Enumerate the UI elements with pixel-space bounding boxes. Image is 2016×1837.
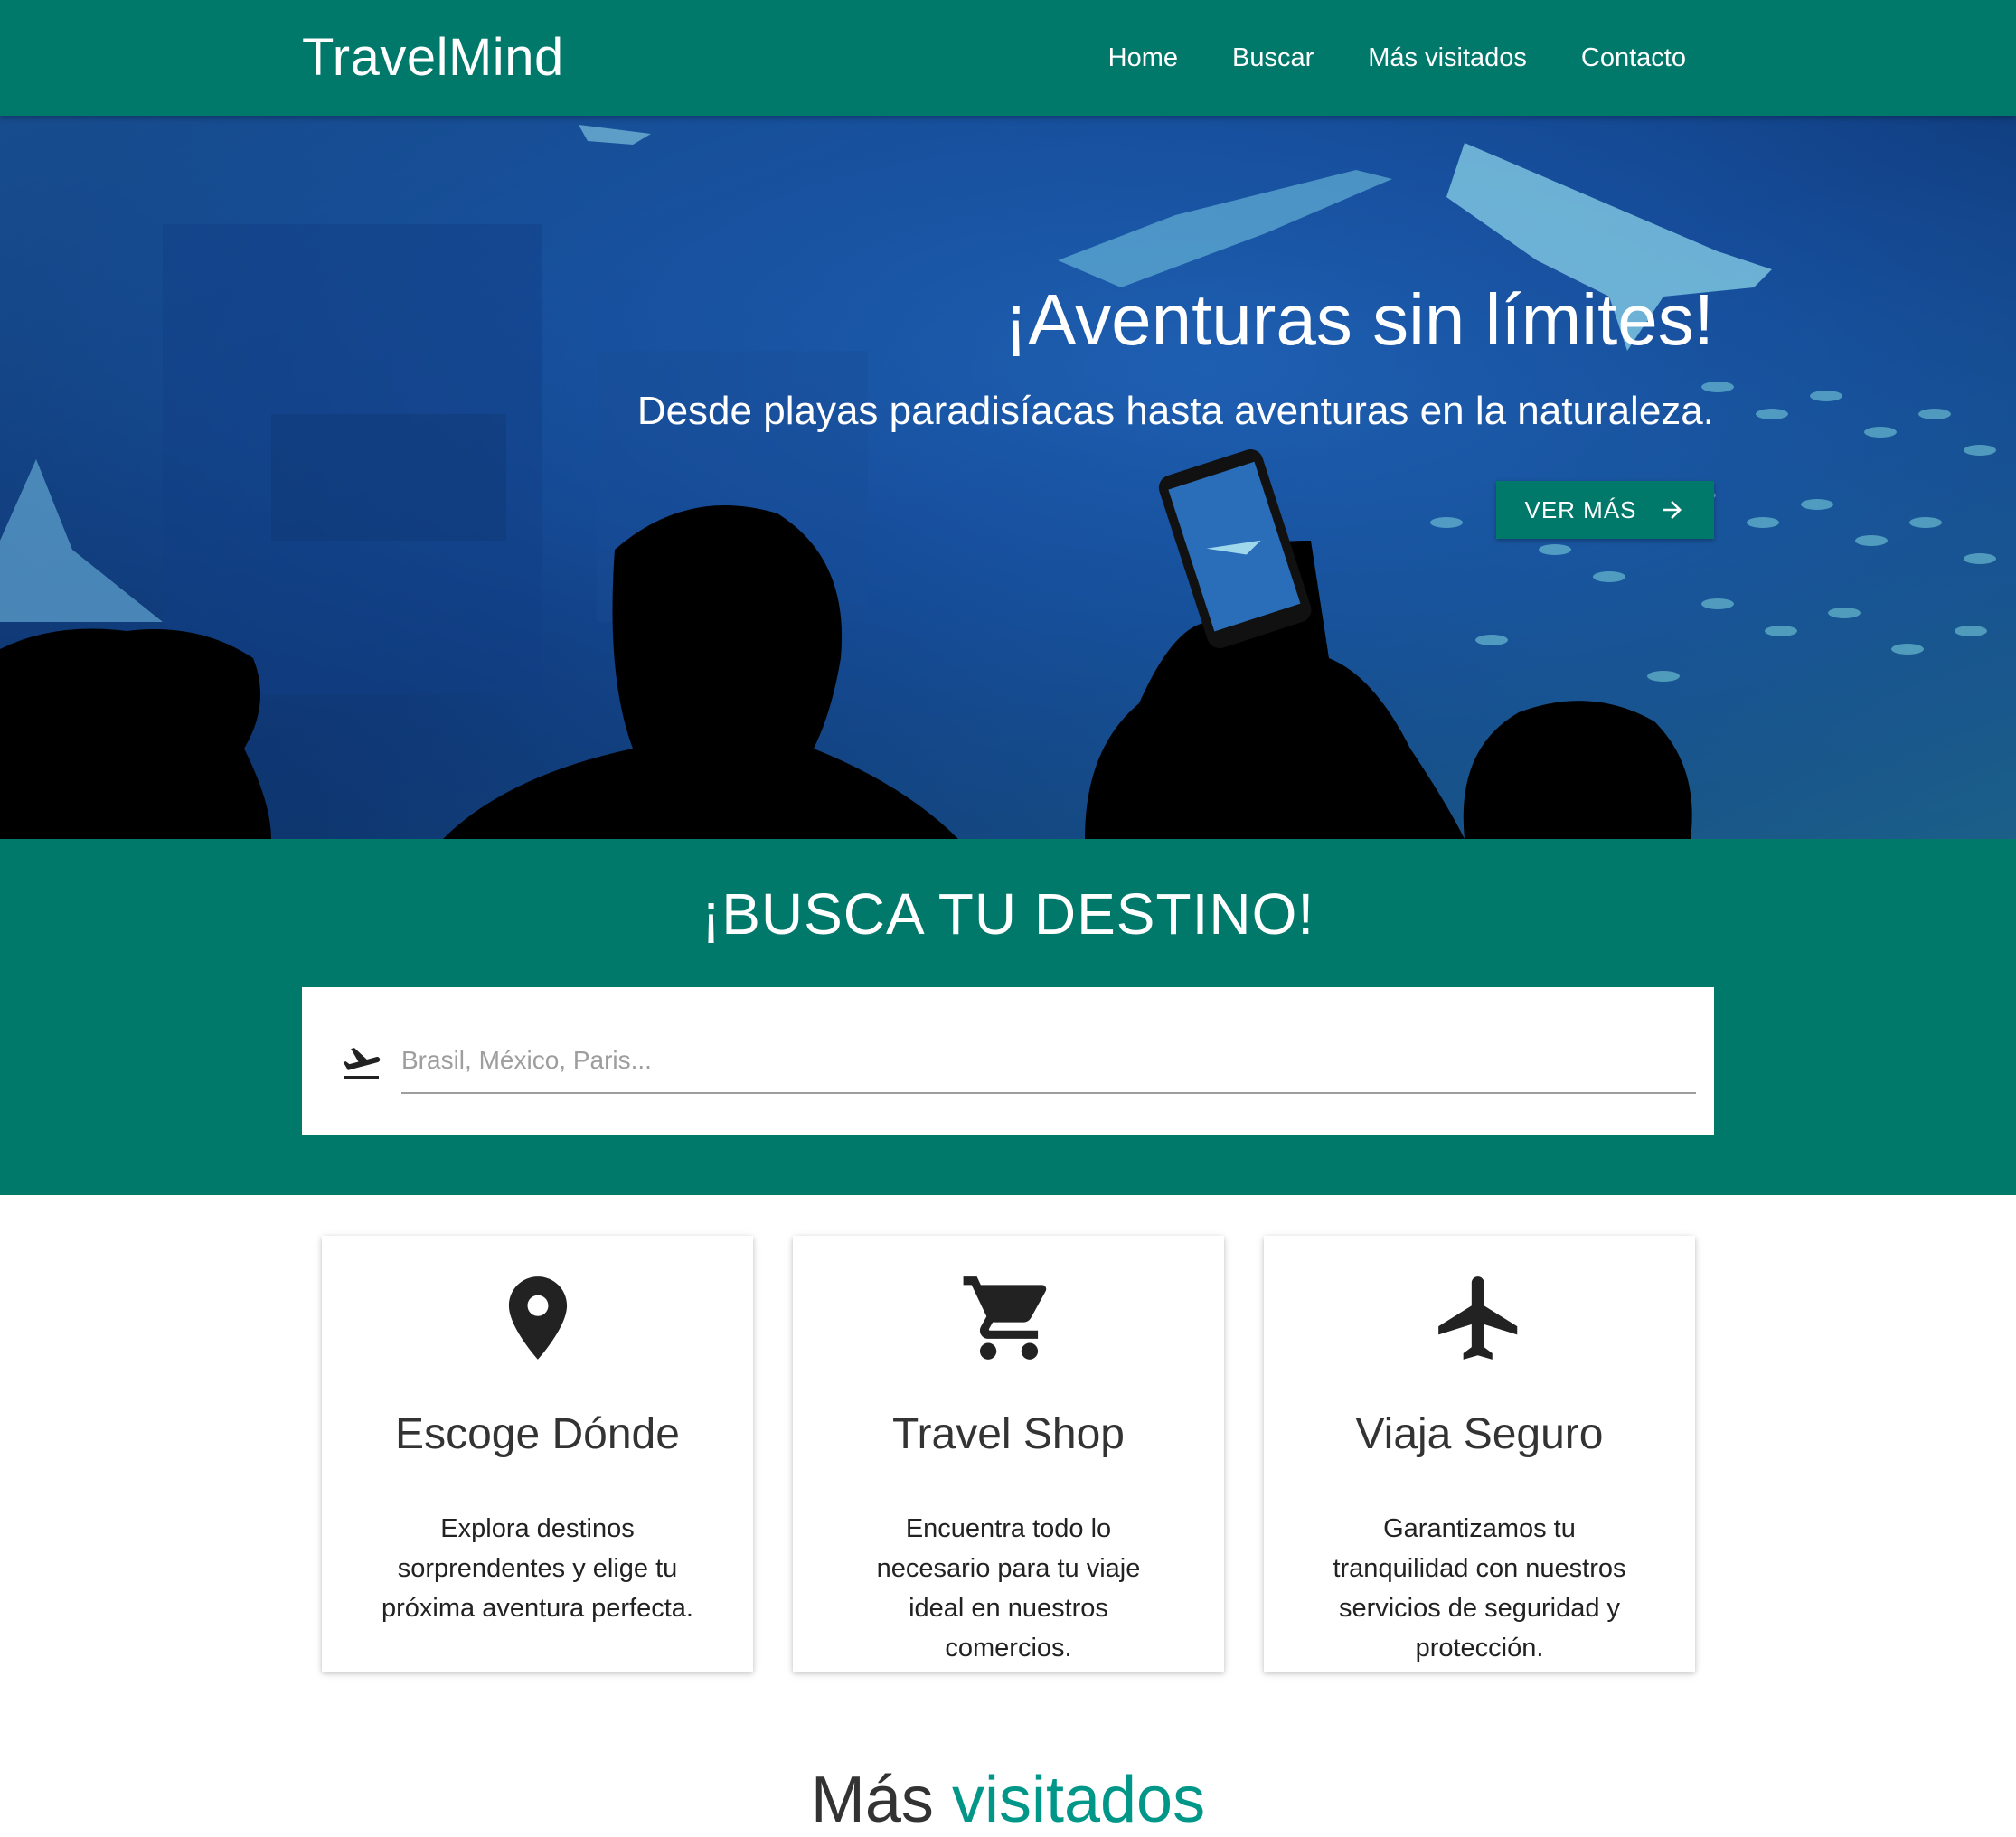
nav-link-buscar[interactable]: Buscar <box>1232 43 1314 73</box>
feature-card-travel-shop: Travel Shop Encuentra todo lo necesario … <box>793 1236 1224 1672</box>
popular-heading: Más visitados <box>0 1763 2016 1837</box>
card-title: Viaja Seguro <box>1355 1410 1604 1458</box>
nav-link-mas-visitados[interactable]: Más visitados <box>1368 43 1527 73</box>
feature-card-escoge-donde: Escoge Dónde Explora destinos sorprenden… <box>322 1236 753 1672</box>
card-title: Escoge Dónde <box>395 1410 680 1458</box>
navbar: TravelMind Home Buscar Más visitados Con… <box>0 0 2016 116</box>
hero-aquarium-image <box>0 116 2016 839</box>
nav-links: Home Buscar Más visitados Contacto <box>1108 0 1686 116</box>
card-text: Encuentra todo lo necesario para tu viaj… <box>876 1514 1141 1663</box>
card-text: Explora destinos sorprendentes y elige t… <box>382 1514 693 1623</box>
flight-takeoff-icon <box>343 1048 381 1079</box>
popular-heading-part1: Más <box>810 1764 934 1836</box>
hero-subtitle: Desde playas paradisíacas hasta aventura… <box>636 389 1714 433</box>
search-section: ¡BUSCA TU DESTINO! <box>0 839 2016 1195</box>
arrow-right-icon <box>1663 501 1682 519</box>
feature-card-viaja-seguro: Viaja Seguro Garantizamos tu tranquilida… <box>1264 1236 1695 1672</box>
airplane-icon <box>1437 1276 1517 1360</box>
hero-title: ¡Aventuras sin límites! <box>1003 279 1714 360</box>
search-box <box>302 987 1714 1135</box>
search-input[interactable] <box>401 1029 1696 1094</box>
popular-heading-part2: visitados <box>951 1764 1206 1836</box>
card-text: Garantizamos tu tranquilidad con nuestro… <box>1333 1514 1626 1663</box>
nav-link-home[interactable]: Home <box>1108 43 1178 73</box>
shopping-cart-icon <box>963 1276 1046 1360</box>
nav-link-contacto[interactable]: Contacto <box>1581 43 1686 73</box>
card-title: Travel Shop <box>891 1410 1125 1458</box>
hero-banner: ¡Aventuras sin límites! Desde playas par… <box>0 116 2016 839</box>
brand-logo[interactable]: TravelMind <box>302 27 564 88</box>
ver-mas-button[interactable]: VER MÁS <box>1496 481 1714 539</box>
location-pin-icon <box>508 1276 567 1360</box>
search-title: ¡BUSCA TU DESTINO! <box>701 881 1315 947</box>
ver-mas-label: VER MÁS <box>1524 495 1637 523</box>
